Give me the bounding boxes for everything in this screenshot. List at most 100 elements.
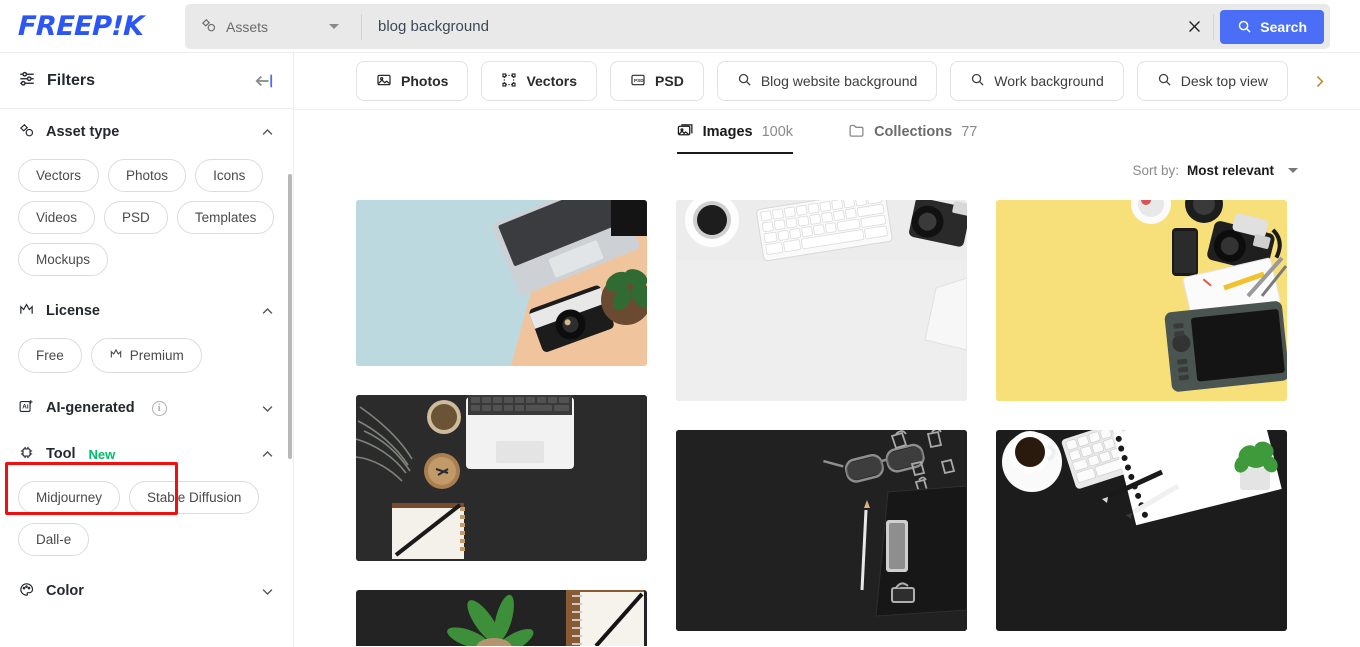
chevron-down-icon[interactable] (260, 584, 275, 599)
suggestion-desk-top-view[interactable]: Desk top view (1136, 61, 1288, 101)
collapse-sidebar-button[interactable] (253, 72, 275, 90)
filter-label-tool: Tool (46, 446, 76, 462)
chip-photos[interactable]: Photos (108, 159, 187, 192)
close-icon (1188, 21, 1200, 32)
chip-templates[interactable]: Templates (176, 201, 275, 234)
filters-header: Filters (0, 53, 293, 109)
tab-collections-count: 77 (961, 124, 978, 140)
search-button-label: Search (1260, 18, 1307, 35)
result-card[interactable] (996, 430, 1287, 631)
freepik-logo[interactable]: FREEP!K (17, 11, 144, 42)
search-icon (737, 72, 752, 90)
chevron-up-icon[interactable] (260, 304, 275, 319)
suggestion-work-background[interactable]: Work background (950, 61, 1124, 101)
results-tabs: Images 100k Collections 77 (294, 110, 1360, 154)
clear-search-button[interactable] (1175, 4, 1213, 49)
quick-filter-photos-label: Photos (401, 73, 449, 89)
tab-collections-label: Collections (874, 124, 953, 140)
svg-text:PSD: PSD (634, 78, 644, 83)
tab-images[interactable]: Images 100k (676, 110, 794, 154)
psd-icon: PSD (630, 72, 646, 91)
chevron-up-icon[interactable] (260, 447, 275, 462)
results-column-3 (996, 200, 1287, 646)
quick-filter-photos[interactable]: Photos (356, 61, 469, 101)
new-badge: New (88, 446, 116, 462)
result-card[interactable] (676, 200, 967, 401)
search-bar: Assets Search (185, 4, 1330, 49)
filters-title: Filters (47, 71, 96, 89)
sort-label: Sort by: (1132, 162, 1179, 178)
chip-dall-e[interactable]: Dall-e (18, 523, 90, 556)
filter-label-color: Color (46, 583, 84, 599)
info-icon[interactable]: i (151, 400, 167, 416)
results-column-2 (676, 200, 967, 646)
search-icon (970, 72, 985, 90)
caret-down-icon[interactable] (1288, 167, 1298, 173)
chip-videos[interactable]: Videos (18, 201, 96, 234)
tab-images-label: Images (702, 124, 753, 140)
result-thumbnail (996, 200, 1287, 401)
search-button[interactable]: Search (1220, 9, 1324, 44)
result-card[interactable] (676, 430, 967, 631)
collapse-left-icon (255, 74, 273, 87)
filters-icon (18, 69, 36, 92)
scroll-suggestions-next-button[interactable] (1301, 69, 1338, 94)
result-thumbnail (356, 200, 647, 366)
results-column-1 (356, 200, 647, 646)
quick-filter-psd[interactable]: PSD PSD (610, 61, 704, 101)
filter-section-header-tool[interactable]: Tool New (18, 431, 275, 477)
quick-filter-vectors-label: Vectors (526, 73, 578, 89)
chevron-up-icon[interactable] (260, 125, 275, 140)
chip-mockups[interactable]: Mockups (18, 243, 109, 276)
result-card[interactable] (996, 200, 1287, 401)
filter-section-header-asset-type[interactable]: Asset type (18, 109, 275, 155)
crown-icon (109, 347, 123, 364)
filter-section-asset-type: Asset type Vectors Photos Icons Videos P… (0, 109, 293, 288)
result-thumbnail (676, 430, 967, 631)
assets-icon (200, 17, 217, 37)
sort-value[interactable]: Most relevant (1187, 163, 1274, 178)
asset-scope-label: Assets (226, 18, 269, 35)
filter-section-color: Color (0, 568, 293, 614)
result-card[interactable] (356, 590, 647, 646)
quick-filter-vectors[interactable]: Vectors (481, 61, 598, 101)
search-input[interactable] (362, 4, 1176, 49)
ai-icon: Ai (18, 398, 35, 419)
filter-section-header-license[interactable]: License (18, 288, 275, 334)
filter-section-header-color[interactable]: Color (18, 568, 275, 614)
chip-premium[interactable]: Premium (90, 338, 202, 373)
filter-label-ai-generated: AI-generated (46, 400, 135, 416)
result-card[interactable] (356, 395, 647, 561)
quick-filter-psd-label: PSD (655, 73, 684, 89)
chip-vectors[interactable]: Vectors (18, 159, 100, 192)
suggestion-label-1: Blog website background (760, 73, 918, 89)
tab-images-count: 100k (761, 124, 794, 140)
chip-midjourney[interactable]: Midjourney (18, 481, 121, 514)
tool-chip-group: Midjourney Stable Diffusion Dall-e (18, 477, 275, 568)
asset-scope-dropdown[interactable]: Assets (185, 4, 361, 49)
suggestion-blog-website-background[interactable]: Blog website background (716, 61, 938, 101)
search-icon (1239, 20, 1251, 33)
chevron-right-icon (1316, 75, 1324, 87)
chip-icon (18, 444, 35, 465)
suggestion-label-3: Desk top view (1180, 73, 1268, 89)
chip-icons[interactable]: Icons (195, 159, 264, 192)
crown-icon (18, 301, 35, 322)
chevron-down-icon[interactable] (260, 401, 275, 416)
page-body: Filters Asset type Vectors Photos Icons … (0, 53, 1360, 647)
filter-section-header-ai-generated[interactable]: Ai AI-generated i (18, 385, 275, 431)
images-icon (677, 122, 694, 143)
result-card[interactable] (356, 200, 647, 366)
chip-stable-diffusion[interactable]: Stable Diffusion (129, 481, 260, 514)
results-main: Photos Vectors PSD PSD Blog website back… (294, 53, 1360, 647)
filter-label-asset-type: Asset type (46, 124, 120, 140)
palette-icon (18, 581, 35, 602)
tab-collections[interactable]: Collections 77 (848, 110, 977, 154)
result-thumbnail (996, 430, 1287, 631)
chevron-down-icon[interactable] (329, 24, 339, 29)
chip-psd[interactable]: PSD (104, 201, 168, 234)
chip-free[interactable]: Free (18, 338, 82, 373)
result-thumbnail (676, 200, 967, 401)
top-bar: FREEP!K Assets Search (0, 0, 1360, 53)
sidebar-scrollbar[interactable] (288, 174, 292, 459)
